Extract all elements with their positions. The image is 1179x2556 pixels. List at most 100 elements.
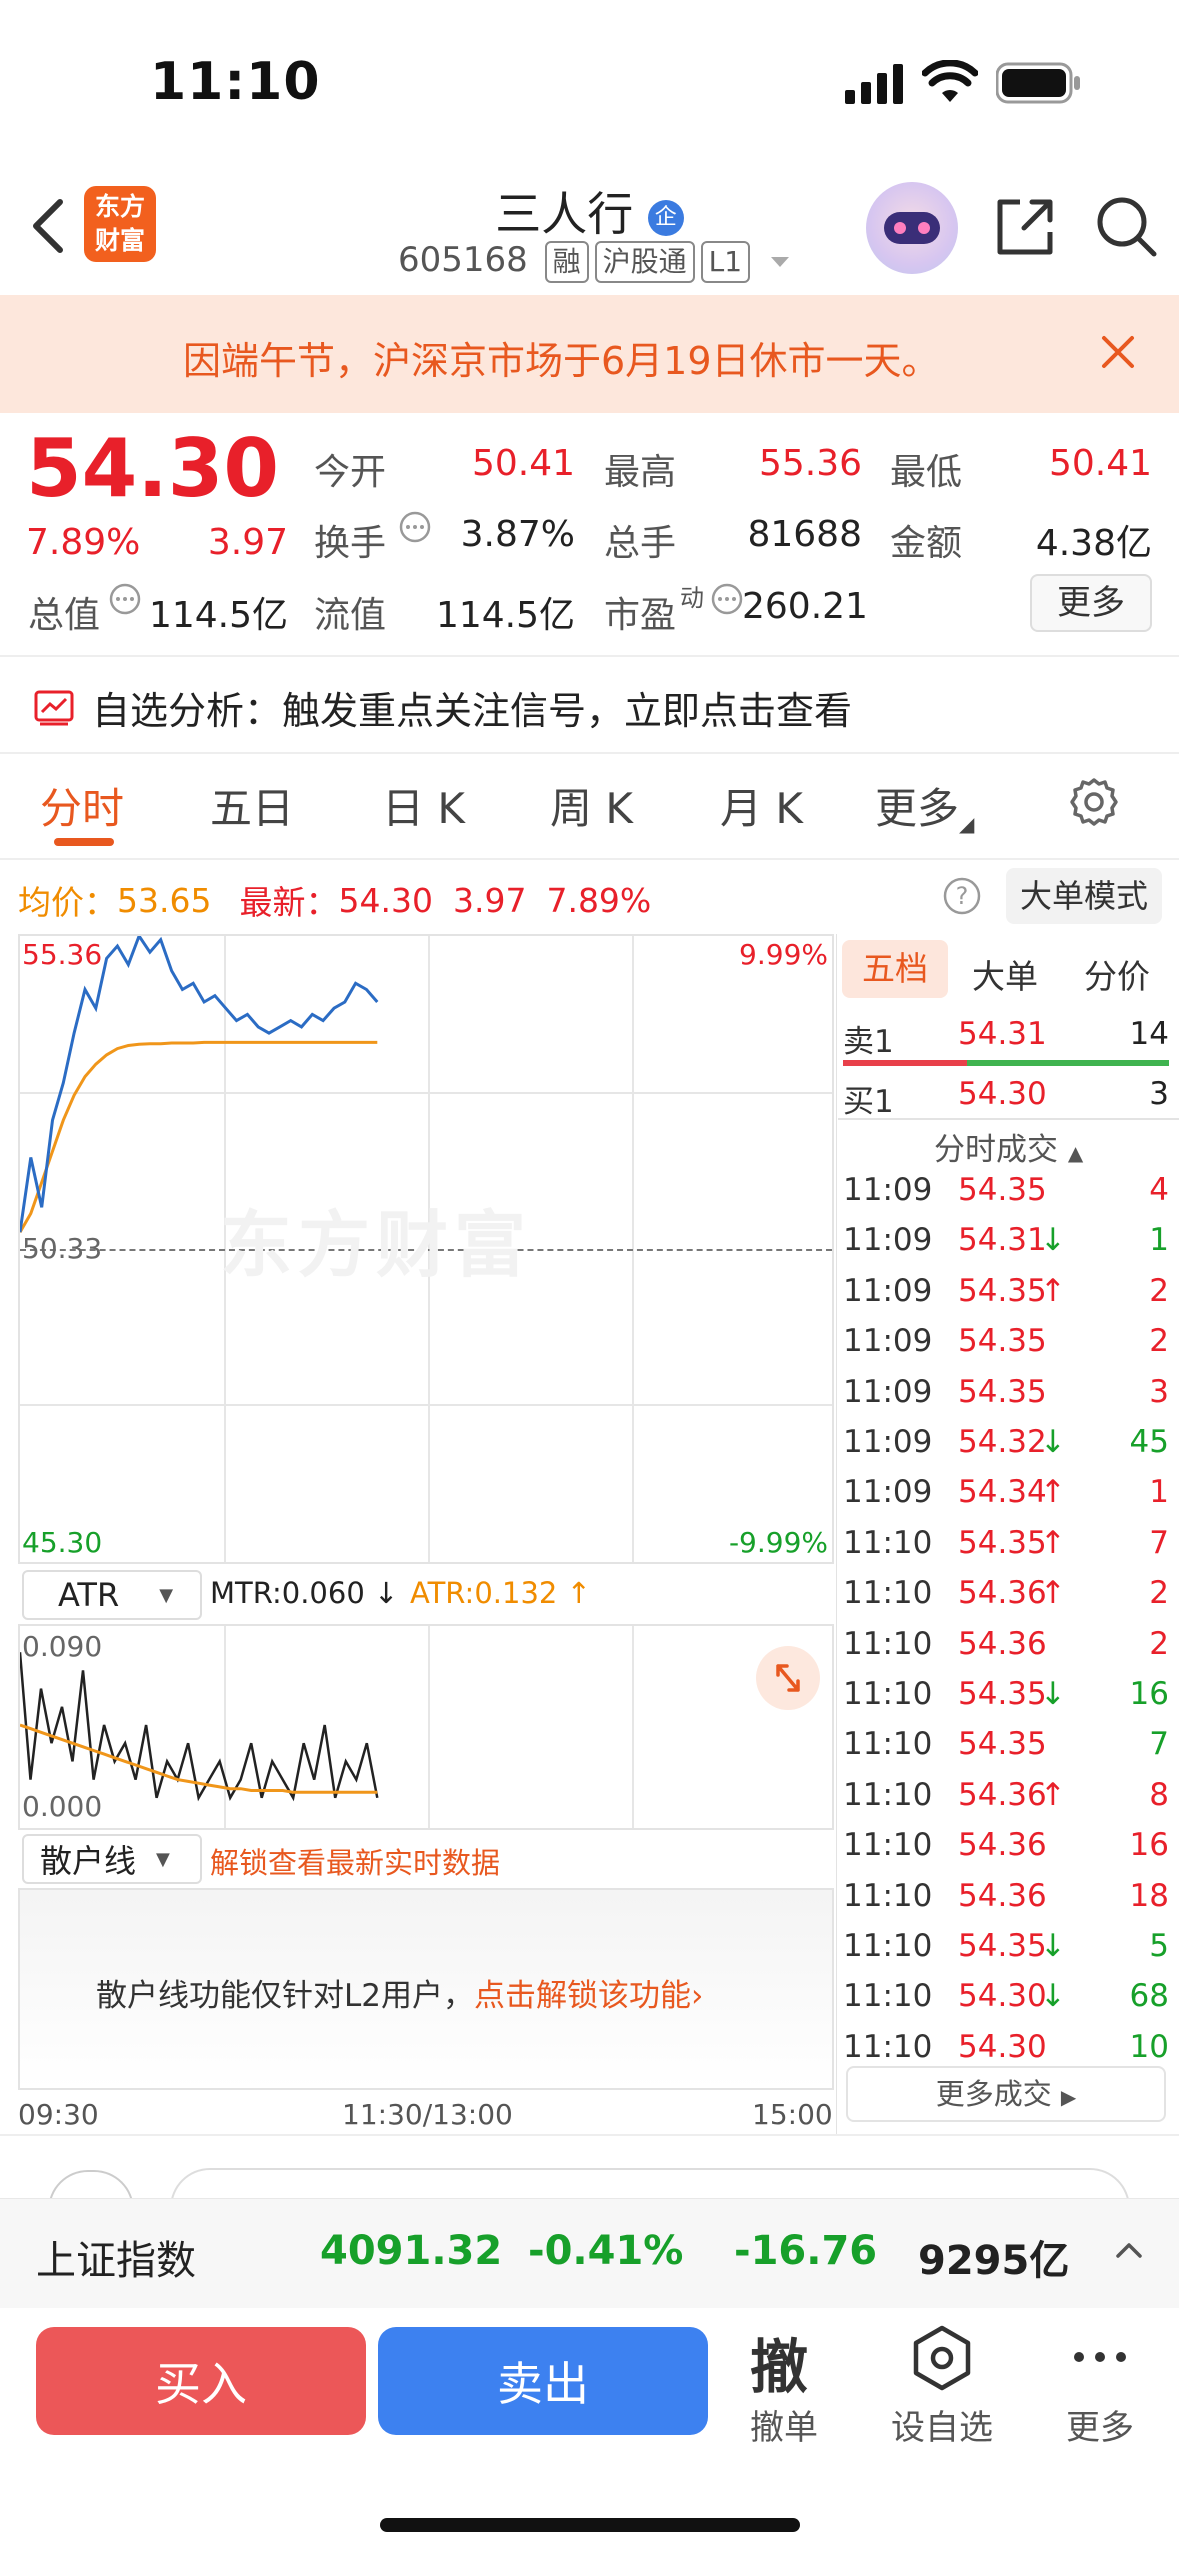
divider [836, 934, 837, 2134]
avg-price-line [20, 1040, 378, 1233]
tab-more[interactable]: 更多◢ [875, 775, 974, 836]
more-ticks-button[interactable]: 更多成交 ▶ [846, 2066, 1166, 2122]
tick-row: 11:09 54.35 2 [843, 1317, 1173, 1367]
tick-price: 54.35 [958, 1524, 1047, 1561]
tick-price: 54.35 [958, 1928, 1047, 1964]
info-icon[interactable] [710, 582, 744, 616]
x-label-open: 09:30 [18, 2098, 99, 2131]
sell-button[interactable]: 卖出 [378, 2327, 708, 2435]
retail-select[interactable]: 散户线 ▼ [22, 1834, 202, 1884]
tick-price: 54.35 [958, 1172, 1047, 1208]
tab-five-levels[interactable]: 五档 [842, 940, 948, 998]
chevron-up-icon[interactable] [1114, 2240, 1144, 2260]
arrow-down-icon: ↓ [1040, 1928, 1066, 1964]
tick-price: 54.35 [958, 1373, 1047, 1410]
retail-unlock-hint[interactable]: 解锁查看最新实时数据 [210, 1840, 500, 1882]
battery-icon [996, 62, 1082, 104]
tab-intraday[interactable]: 分时 [40, 775, 124, 836]
big-order-mode-button[interactable]: 大单模式 [1006, 868, 1162, 924]
help-icon[interactable]: ? [942, 876, 982, 916]
retail-panel: 散户线功能仅针对L2用户，点击解锁该功能› [18, 1888, 834, 2090]
intraday-chart[interactable]: 东方财富 55.36 50.33 45.30 9.99% -9.99% [18, 934, 834, 1564]
cancel-order-icon[interactable]: 撤 [750, 2320, 808, 2404]
tick-volume: 8 [1149, 1776, 1169, 1813]
buy-button[interactable]: 买入 [36, 2327, 366, 2435]
ticks-title[interactable]: 分时成交 ▲ [934, 1124, 1083, 1169]
tick-time: 11:10 [843, 1928, 933, 1964]
avg-value: 53.65 [117, 880, 212, 920]
search-icon[interactable] [1094, 194, 1160, 260]
atr-chart[interactable]: 0.090 0.000 [18, 1624, 834, 1830]
tick-volume: 18 [1129, 1877, 1169, 1914]
sell-ratio-bar [843, 1060, 967, 1066]
tick-volume: 7 [1149, 1726, 1169, 1763]
price-line-chart [20, 936, 379, 1233]
tab-daily-k[interactable]: 日 K [382, 775, 465, 836]
market-cap-label: 总值 [28, 595, 101, 636]
pct-bottom-label: -9.99% [728, 1526, 828, 1559]
tick-time: 11:10 [843, 1524, 933, 1561]
latest-change: 3.97 [452, 880, 527, 920]
more-actions-label[interactable]: 更多 [1040, 2400, 1160, 2449]
tab-big-orders[interactable]: 大单 [972, 950, 1038, 998]
arrow-down-icon: ↓ [374, 1576, 399, 1610]
share-icon[interactable] [992, 194, 1058, 260]
tick-time: 11:10 [843, 1776, 933, 1813]
open-value: 50.41 [471, 443, 575, 484]
low-label: 最低 [890, 452, 963, 493]
more-ticks-text: 更多成交 [935, 2077, 1052, 2111]
tick-row: 11:10 54.36 16 [843, 1821, 1173, 1871]
close-icon[interactable] [1100, 334, 1136, 370]
index-name: 上证指数 [36, 2238, 196, 2284]
tag-connect: 沪股通 [594, 241, 695, 283]
more-dots-icon[interactable] [1072, 2350, 1128, 2364]
settings-gear-icon[interactable] [1068, 776, 1120, 828]
triangle-icon: ◢ [959, 812, 975, 836]
divider [0, 752, 1179, 754]
arrow-down-icon: ↓ [1040, 1424, 1066, 1460]
tab-monthly-k[interactable]: 月 K [720, 775, 803, 836]
pe-dynamic-sup: 动 [680, 584, 704, 612]
analysis-link[interactable]: 自选分析：触发重点关注信号，立即点击查看 [34, 680, 852, 735]
tick-row: 11:09 54.31 ↓ 1 [843, 1216, 1173, 1266]
indicator-select[interactable]: ATR ▼ [22, 1570, 202, 1620]
more-quote-button[interactable]: 更多 [1030, 574, 1152, 632]
triangle-right-icon: ▶ [1060, 2085, 1077, 2109]
avg-label: 均价： [18, 883, 117, 922]
tick-time: 11:10 [843, 1978, 933, 2015]
arrow-down-icon: ↓ [1040, 1222, 1066, 1259]
tick-time: 11:09 [843, 1373, 933, 1410]
info-icon[interactable] [108, 582, 142, 616]
change-percent: 7.89% [26, 522, 141, 563]
x-label-noon: 11:30/13:00 [342, 2098, 513, 2131]
tick-row: 11:10 54.35 7 [843, 1720, 1173, 1770]
tick-volume: 7 [1149, 1524, 1169, 1561]
tab-five-day[interactable]: 五日 [210, 775, 294, 836]
tick-row: 11:10 54.36 2 [843, 1620, 1173, 1670]
tick-time: 11:10 [843, 1877, 933, 1914]
cancel-order-label[interactable]: 撤单 [724, 2400, 844, 2449]
tick-price: 54.30 [958, 1978, 1047, 2015]
volume-value: 81688 [747, 514, 862, 555]
expand-icon[interactable] [756, 1646, 820, 1710]
arrow-down-icon: ↓ [1040, 1978, 1066, 2015]
tick-price: 54.35 [958, 1676, 1047, 1712]
index-change: -16.76 [734, 2228, 878, 2274]
assistant-avatar-icon[interactable] [866, 182, 958, 274]
add-watchlist-label[interactable]: 设自选 [882, 2400, 1002, 2449]
price-summary: 均价： 53.65 最新： 54.30 3.97 7.89% [18, 876, 651, 924]
svg-text:?: ? [956, 882, 969, 910]
tab-price-levels[interactable]: 分价 [1084, 950, 1150, 998]
divider [0, 2134, 1179, 2136]
atr-y-bottom: 0.000 [22, 1790, 103, 1823]
tick-volume: 3 [1149, 1373, 1169, 1410]
market-cap-value: 114.5亿 [148, 595, 288, 636]
tab-weekly-k[interactable]: 周 K [550, 775, 633, 836]
pe-label: 市盈 [604, 595, 677, 636]
add-watchlist-icon[interactable] [910, 2324, 974, 2392]
info-icon[interactable] [398, 510, 432, 544]
retail-unlock-link[interactable]: 点击解锁该功能 [474, 1978, 691, 2014]
arrow-up-icon: ↑ [566, 1576, 591, 1610]
stock-subtitle[interactable]: 605168 融沪股通 L1 [398, 240, 791, 283]
tick-row: 11:09 54.32 ↓ 45 [843, 1418, 1173, 1468]
